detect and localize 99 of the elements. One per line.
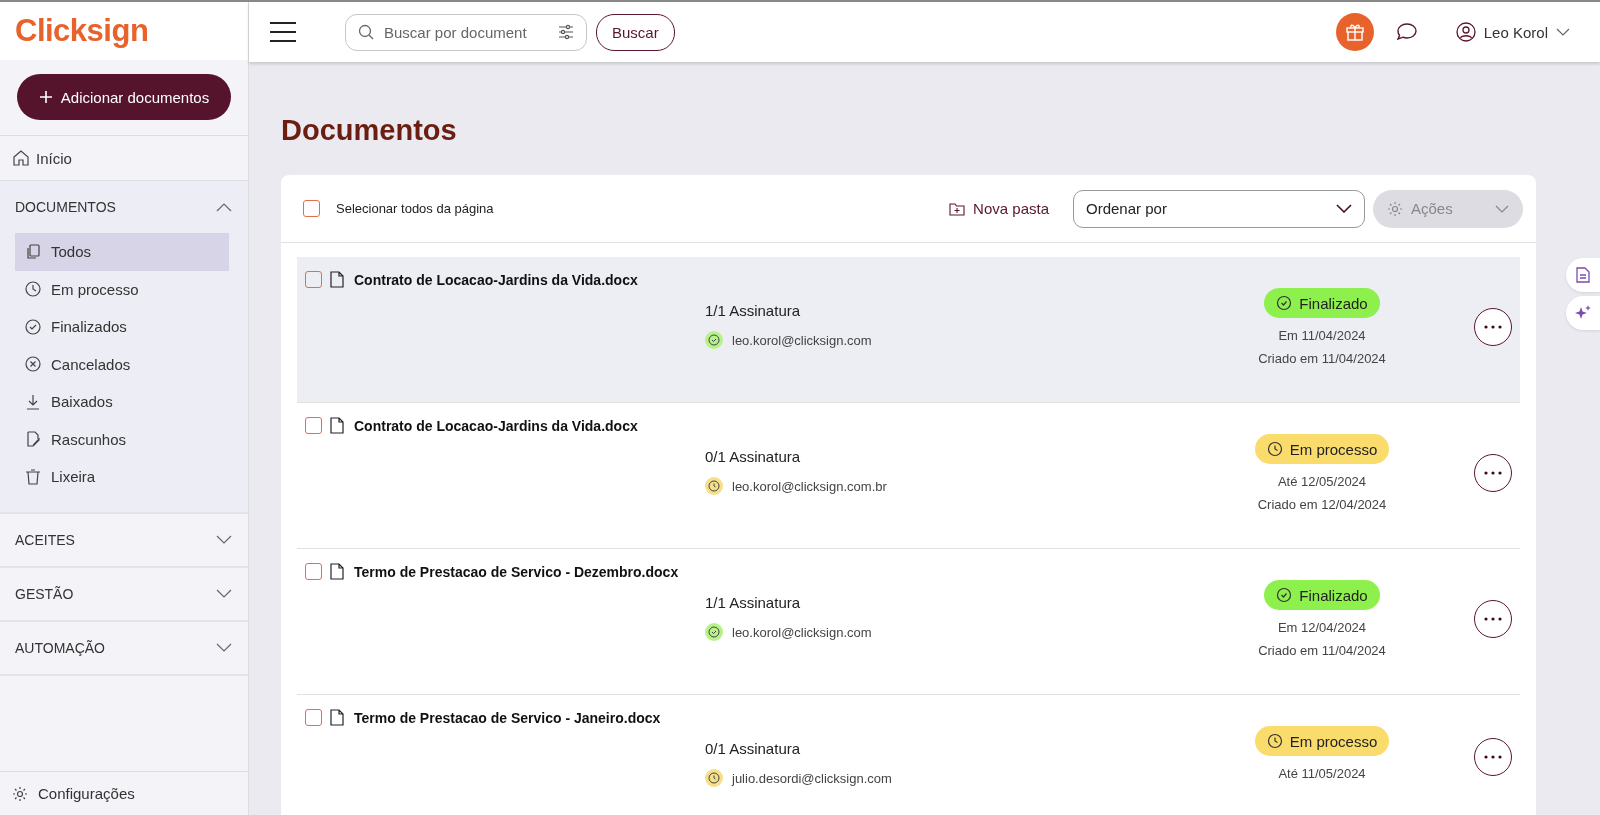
nav-item[interactable]: Rascunhos [15,420,229,458]
signer-email: leo.korol@clicksign.com.br [732,478,887,494]
due-date: Até 11/05/2024 [1278,766,1366,781]
plus-icon [38,90,53,104]
ai-sparkle-button[interactable] [1566,296,1600,330]
check-circle-icon [1276,587,1293,603]
more-options-button[interactable] [1474,308,1512,346]
row-checkbox[interactable] [305,271,322,288]
gift-icon [1344,22,1365,42]
chevron-down-icon [216,642,232,653]
user-menu[interactable]: Leo Korol [1455,22,1570,42]
menu-button[interactable] [269,22,297,42]
file-icon [330,417,344,434]
folder-plus-icon [949,201,966,216]
sort-dropdown[interactable]: Ordenar por [1073,189,1365,228]
trash-icon [25,468,41,485]
section-toggle[interactable]: DOCUMENTOS [0,181,248,233]
nav-item[interactable]: Finalizados [15,308,229,346]
row-checkbox[interactable] [305,563,322,580]
new-folder-button[interactable]: Nova pasta [949,200,1049,217]
document-row[interactable]: Termo de Prestacao de Servico - Janeiro.docx 0/1 Assinatura julio.desordi@clicksign.com Em processo Até 11/05/2024 [297,695,1520,815]
page-title: Documentos [281,114,458,147]
created-date: Criado em 11/04/2024 [1258,351,1386,366]
chevron-down-icon [216,588,232,599]
chevron-down-icon [216,534,232,545]
section-toggle[interactable]: ACEITES [0,513,248,566]
gift-button[interactable] [1335,13,1374,51]
add-documents-button[interactable]: Adicionar documentos [17,74,231,120]
row-checkbox[interactable] [305,417,322,434]
status-badge: Em processo [1254,726,1390,756]
clock-icon [1266,733,1283,749]
signer-email: julio.desordi@clicksign.com [732,770,892,786]
document-name[interactable]: Contrato de Locacao-Jardins da Vida.docx [354,271,638,288]
settings-icon [12,785,28,802]
file-icon [330,563,344,580]
chat-button[interactable] [1395,22,1418,42]
select-all-checkbox[interactable] [303,200,320,217]
signature-count: 0/1 Assinatura [705,448,802,465]
more-options-button[interactable] [1474,600,1512,638]
document-name[interactable]: Termo de Prestacao de Servico - Janeiro.docx [354,709,661,726]
chevron-up-icon [216,202,232,212]
chevron-down-icon [1495,204,1509,213]
clock-icon [25,281,41,298]
due-date: Em 12/04/2024 [1277,620,1367,635]
section-toggle[interactable]: GESTÃO [0,567,248,620]
clock-icon [1266,441,1283,457]
cancel-circle-icon [25,356,41,373]
nav-item[interactable]: Lixeira [15,458,229,496]
row-checkbox[interactable] [305,709,322,726]
document-row[interactable]: Contrato de Locacao-Jardins da Vida.docx 0/1 Assinatura leo.korol@clicksign.com.br Em processo Até 12/05/2024 Criado em 12/04/2024 [297,403,1520,549]
more-options-button[interactable] [1474,454,1512,492]
created-date: Criado em 11/04/2024 [1258,643,1386,658]
settings-link[interactable]: Configurações [0,771,248,815]
signer-email: leo.korol@clicksign.com [732,624,872,640]
chevron-down-icon [1336,204,1352,213]
search-button[interactable]: Buscar [596,13,675,51]
chevron-down-icon [1556,28,1570,36]
document-row[interactable]: Contrato de Locacao-Jardins da Vida.docx 1/1 Assinatura leo.korol@clicksign.com Finalizado Em 11/04/2024 Criado em 11/04/2024 [297,257,1520,403]
select-all-label: Selecionar todos da página [336,201,494,216]
download-icon [25,393,41,410]
document-name[interactable]: Termo de Prestacao de Servico - Dezembro.docx [354,563,679,580]
edit-file-icon [25,431,41,448]
due-date: Até 12/05/2024 [1277,474,1367,489]
status-badge: Finalizado [1264,580,1380,610]
check-circle-icon [1276,295,1293,311]
menu-icon [269,22,297,42]
nav-item[interactable]: Baixados [15,383,229,421]
nav-item[interactable]: Em processo [15,270,229,308]
more-dots-icon [1484,325,1502,329]
file-icon [330,709,344,726]
chat-bubble-icon [1395,22,1418,42]
nav-item[interactable]: Cancelados [15,345,229,383]
due-date: Em 11/04/2024 [1278,328,1366,343]
signature-count: 1/1 Assinatura [705,302,802,319]
filter-sliders-icon[interactable] [558,23,574,40]
signer-email: leo.korol@clicksign.com [732,332,872,348]
created-date: Criado em 12/04/2024 [1257,497,1387,512]
nav-item[interactable]: Todos [15,233,229,271]
copy-icon [25,243,41,260]
more-options-button[interactable] [1474,737,1512,776]
search-field[interactable]: Buscar por document [345,13,587,51]
check-circle-icon [25,318,41,335]
document-panel-button[interactable] [1566,258,1600,292]
more-dots-icon [1484,754,1502,759]
home-icon [12,149,30,167]
more-dots-icon [1484,617,1502,621]
settings-icon [1387,200,1403,217]
more-dots-icon [1484,471,1502,475]
status-badge: Em processo [1254,434,1390,464]
document-name[interactable]: Contrato de Locacao-Jardins da Vida.docx [354,417,638,434]
file-icon [330,271,344,288]
logo-text: Clicksign [15,13,149,49]
section-toggle[interactable]: AUTOMAÇÃO [0,621,248,674]
document-row[interactable]: Termo de Prestacao de Servico - Dezembro.docx 1/1 Assinatura leo.korol@clicksign.com Finalizado Em 12/04/2024 Criado em 11/04/2024 [297,549,1520,695]
status-badge: Finalizado [1264,288,1380,318]
document-icon [1576,267,1590,283]
signature-count: 0/1 Assinatura [705,740,802,757]
user-avatar-icon [1455,22,1476,42]
signature-count: 1/1 Assinatura [705,594,802,611]
